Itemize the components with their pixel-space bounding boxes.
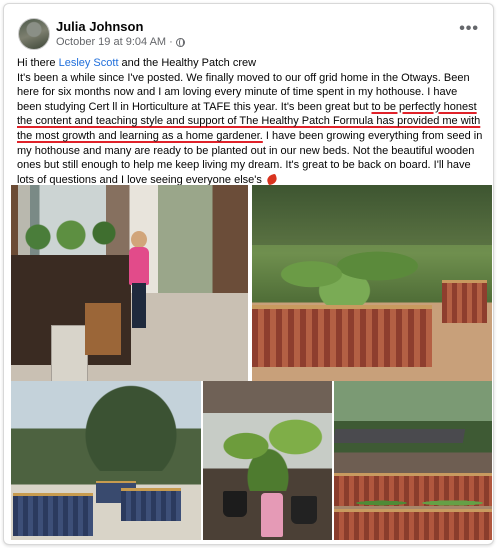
post-meta: October 19 at 9:04 AM · [56, 36, 185, 48]
house-roof-shape [334, 429, 466, 443]
photo-hothouse-seedlings[interactable] [203, 381, 332, 540]
spray-bottle-shape [261, 493, 283, 537]
plants-shape [262, 225, 427, 307]
person-head-shape [131, 231, 147, 248]
mention-link[interactable]: Lesley Scott [59, 57, 119, 69]
greeting-text: Hi there [17, 57, 59, 69]
greeting-line: Hi there Lesley Scott and the Healthy Pa… [17, 56, 483, 71]
avatar[interactable] [18, 18, 50, 50]
more-options-icon[interactable]: ••• [459, 21, 479, 37]
person-legs-shape [132, 283, 146, 328]
seedlings-shape [213, 401, 323, 491]
post-paragraph: It's been a while since I've posted. We … [17, 71, 483, 188]
post-body: Hi there Lesley Scott and the Healthy Pa… [17, 56, 483, 187]
post-timestamp[interactable]: October 19 at 9:04 AM [56, 36, 166, 48]
cabinet-shape [85, 303, 121, 355]
pot-shape [223, 491, 247, 517]
maple-leaf-icon [265, 173, 279, 186]
photo-hothouse-interior[interactable] [11, 185, 248, 381]
tree-shape [81, 381, 181, 471]
raised-bed-shape [13, 493, 93, 536]
raised-bed-shape [442, 280, 487, 323]
globe-icon [175, 37, 185, 47]
post-card: Julia Johnson October 19 at 9:04 AM · ••… [3, 3, 494, 545]
drawers-shape [51, 325, 88, 381]
photo-new-beds[interactable] [11, 381, 201, 540]
raised-bed-shape [252, 305, 432, 367]
meta-separator: · [169, 36, 173, 48]
person-body-shape [129, 247, 149, 285]
post-header: Julia Johnson October 19 at 9:04 AM · ••… [18, 18, 479, 52]
seedlings-shape [16, 213, 126, 253]
raised-bed-shape [334, 509, 492, 540]
raised-bed-shape [121, 488, 181, 521]
photo-house-garden[interactable] [334, 381, 492, 540]
author-name[interactable]: Julia Johnson [56, 19, 143, 34]
pot-shape [291, 496, 317, 524]
photo-garden-beds[interactable] [252, 185, 492, 381]
greeting-text-end: and the Healthy Patch crew [118, 57, 257, 69]
